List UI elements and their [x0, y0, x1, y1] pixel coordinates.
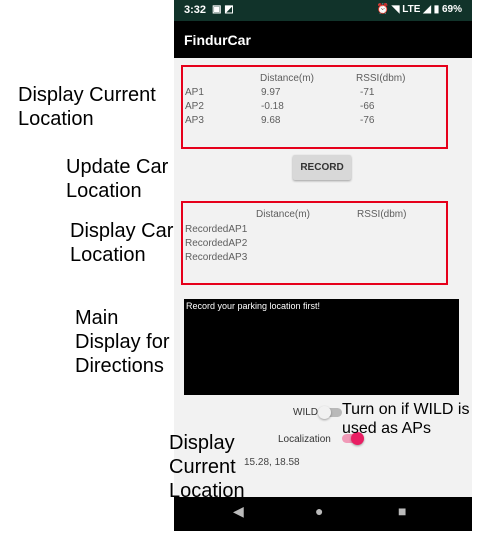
annotation-display-car-location: Display Car Location — [70, 220, 174, 266]
status-bar: 3:32 ▣ ◩ ⏰ ◥ LTE ◢ ▮ 69% — [174, 0, 472, 21]
annotation-main-display: Main Display for Directions — [75, 307, 170, 377]
current-location-highlight — [181, 65, 448, 149]
alarm-icon: ⏰ — [376, 4, 389, 15]
wifi-icon: ◥ — [391, 4, 400, 15]
notification-icons: ▣ ◩ — [212, 4, 234, 15]
localization-toggle-label: Localization — [278, 434, 331, 445]
car-location-highlight — [181, 201, 448, 285]
network-label: LTE — [402, 4, 421, 15]
wild-toggle[interactable] — [318, 404, 344, 420]
directions-display: Record your parking location first! — [184, 299, 459, 395]
status-right: ⏰ ◥ LTE ◢ ▮ 69% — [377, 4, 462, 15]
battery-level: 69% — [441, 4, 462, 15]
annotation-display-current-location-bottom: Display Current Location — [169, 432, 245, 502]
wild-toggle-thumb — [318, 406, 331, 419]
record-button[interactable]: RECORD — [293, 155, 351, 180]
annotation-display-current-location: Display Current Location — [18, 84, 156, 130]
app-notification-icon: ◩ — [224, 4, 234, 15]
app-bar: FindurCar — [174, 21, 472, 58]
home-icon[interactable]: ● — [315, 503, 323, 519]
annotation-update-car-location: Update Car Location — [66, 156, 169, 202]
back-icon[interactable]: ◀ — [233, 503, 244, 520]
image-notification-icon: ▣ — [212, 4, 222, 15]
annotation-wild-note: Turn on if WILD is used as APs — [342, 401, 470, 437]
battery-icon: ▮ — [433, 4, 440, 15]
wild-toggle-label: WILD — [293, 407, 318, 418]
status-time: 3:32 — [184, 4, 207, 16]
signal-icon: ◢ — [423, 4, 431, 15]
current-coordinates: 15.28, 18.58 — [244, 457, 300, 468]
recents-icon[interactable]: ■ — [398, 503, 406, 519]
app-title: FindurCar — [184, 32, 251, 48]
